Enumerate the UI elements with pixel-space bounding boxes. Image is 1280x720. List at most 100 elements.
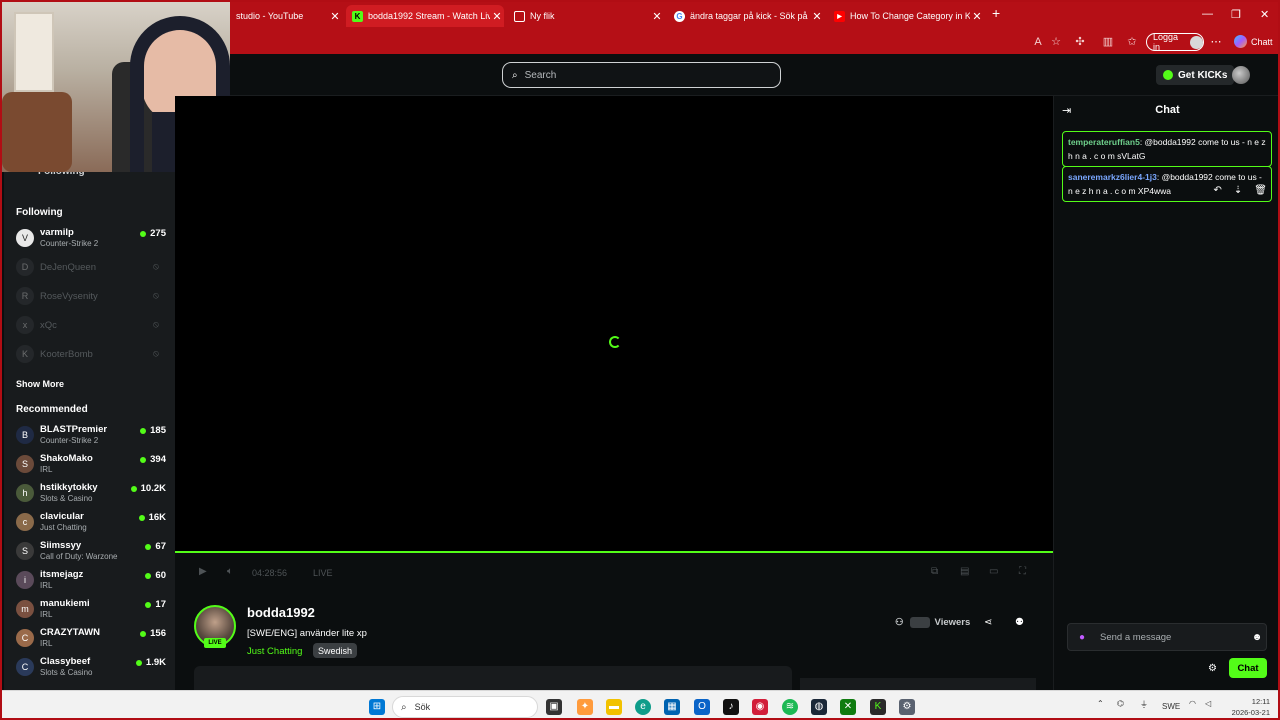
tray-overflow-icon[interactable]: ⌃ [1097,699,1104,708]
copilot-app-icon[interactable]: ✦ [577,699,593,715]
network-icon[interactable]: ⌬ [1117,699,1124,708]
store-icon[interactable]: ▦ [664,699,680,715]
chat-send-button[interactable]: Chat [1229,658,1267,678]
viewer-count: 16K [138,512,166,523]
tab-new-tab[interactable]: Ny flik ✕ [508,5,664,27]
sidebar-item-crazytawn[interactable]: C CRAZYTAWN IRL 156 [16,626,168,652]
channel-name: DeJenQueen [40,262,96,273]
chat-username[interactable]: saneremarkz6lier4-1j3 [1068,172,1157,182]
tiktok-icon[interactable]: ♪ [723,699,739,715]
chat-message-input[interactable]: ● Send a message ☻ [1067,623,1267,651]
system-clock[interactable]: 12:11 2026-03-21 [1226,696,1270,718]
channel-name-heading[interactable]: bodda1992 [247,605,315,620]
more-menu-icon[interactable]: ⋯ [1210,36,1222,48]
file-explorer-icon[interactable]: ▬ [606,699,622,715]
copilot-button[interactable]: Chatt [1234,35,1273,48]
settings-app-icon[interactable]: ⚙ [899,699,915,715]
split-screen-icon[interactable]: ▥ [1102,36,1114,48]
clip-icon[interactable]: ▤ [960,566,969,577]
sidebar-item-varmilp[interactable]: V varmilp Counter-Strike 2 275 [16,226,168,252]
viewers-label: Viewers [934,617,971,628]
kick-app-icon[interactable]: K [870,699,886,715]
viewer-count: 17 [145,599,166,610]
maximize-icon[interactable]: ❐ [1231,8,1241,21]
follow-user-icon[interactable]: ⚉ [1015,617,1024,628]
read-aloud-icon[interactable]: A [1032,36,1044,48]
obs-studio-icon[interactable]: ◉ [752,699,768,715]
close-icon[interactable]: ✕ [490,10,504,23]
sidebar-item-classybeef[interactable]: C Classybeef Slots & Casino 1.9K [16,655,168,681]
sidebar-item-xqc[interactable]: x xQc ⦸ [16,313,168,339]
sidebar-item-hstikkytokky[interactable]: h hstikkytokky Slots & Casino 10.2K [16,481,168,507]
window-close-icon[interactable]: ✕ [1260,8,1269,21]
tab-google-search[interactable]: G ändra taggar på kick - Sök på Goo ✕ [668,5,824,27]
theater-mode-icon[interactable]: ▭ [989,566,998,577]
sidebar-item-manukiemi[interactable]: m manukiemi IRL 17 [16,597,168,623]
search-input[interactable]: ⌕ Search [502,62,781,88]
sidebar-item-itsmejagz[interactable]: i itsmejagz IRL 60 [16,568,168,594]
sidebar-item-blastpremier[interactable]: B BLASTPremier Counter-Strike 2 185 [16,423,168,449]
mic-tray-icon[interactable]: ⏚ [1140,699,1148,710]
get-kicks-button[interactable]: Get KICKs [1156,65,1235,85]
tab-youtube-howto[interactable]: ▶ How To Change Category in Kick - ✕ [828,5,984,27]
close-icon[interactable]: ✕ [328,10,342,23]
favorite-star-icon[interactable]: ☆ [1050,36,1062,48]
sidebar-item-shakomako[interactable]: S ShakoMako IRL 394 [16,452,168,478]
sidebar-item-dejenqueen[interactable]: D DeJenQueen ⦸ [16,255,168,281]
login-button[interactable]: Logga in [1146,32,1204,52]
channel-category: IRL [40,581,53,590]
taskbar-search[interactable]: ⌕ Sök [392,696,538,718]
spotify-icon[interactable]: ≋ [782,699,798,715]
xbox-icon[interactable]: ✕ [840,699,856,715]
tab-kick-stream[interactable]: K bodda1992 Stream - Watch Live o ✕ [346,5,504,27]
mini-player-icon[interactable]: ⧉ [931,566,938,577]
viewer-count-value: 16K [148,512,166,523]
language-tag[interactable]: Swedish [313,643,358,658]
pin-icon[interactable]: ⇣ [1234,184,1242,198]
user-avatar[interactable] [1232,66,1250,84]
live-badge: LIVE [204,638,226,648]
channel-category: Slots & Casino [40,668,93,677]
copilot-icon [1234,35,1247,48]
sidebar-item-clavicular[interactable]: c clavicular Just Chatting 16K [16,510,168,536]
avatar: R [16,287,34,305]
delete-icon[interactable]: 🗑︎ [1254,184,1267,198]
chat-username[interactable]: temperateruffian5 [1068,137,1140,147]
chat-settings-icon[interactable]: ⚙ [1208,663,1217,674]
microphone-icon[interactable]: ● [1072,632,1092,643]
favorites-icon[interactable]: ✩ [1126,36,1138,48]
share-icon[interactable]: ⋖ [984,617,992,628]
viewer-counter: ⚇ Viewers [895,617,970,628]
tab-youtube-studio[interactable]: studio - YouTube ✕ [230,5,342,27]
chat-message[interactable]: temperateruffian5: @bodda1992 come to us… [1062,131,1272,167]
sidebar-item-siimssyy[interactable]: S Siimssyy Call of Duty: Warzone 67 [16,539,168,565]
extensions-icon[interactable]: ✣ [1074,36,1086,48]
minimize-icon[interactable]: — [1202,8,1213,20]
close-icon[interactable]: ✕ [650,10,664,23]
start-menu-icon[interactable]: ⊞ [369,699,385,715]
show-more-link[interactable]: Show More [16,379,64,389]
close-icon[interactable]: ✕ [810,10,824,23]
chat-message[interactable]: saneremarkz6lier4-1j3: @bodda1992 come t… [1062,166,1272,202]
steam-icon[interactable]: ◍ [811,699,827,715]
new-tab-button[interactable]: + [992,5,1000,21]
emoji-icon[interactable]: ☻ [1248,632,1266,643]
play-icon[interactable]: ▶ [199,566,207,577]
sidebar-item-rosevysenity[interactable]: R RoseVysenity ⦸ [16,284,168,310]
outlook-icon[interactable]: O [694,699,710,715]
volume-icon[interactable]: 🔈︎ [227,566,233,577]
task-view-icon[interactable]: ▣ [546,699,562,715]
language-indicator[interactable]: SWE [1162,702,1180,711]
reply-icon[interactable]: ↶ [1214,184,1222,198]
viewer-count: 156 [140,628,166,639]
fullscreen-icon[interactable]: ⛶ [1019,566,1026,577]
sidebar-item-kooterbomb[interactable]: K KooterBomb ⦸ [16,342,168,368]
stream-category-link[interactable]: Just Chatting [247,646,302,657]
edge-browser-icon[interactable]: e [635,699,651,715]
viewer-count: 275 [140,228,166,239]
collapse-chat-icon[interactable]: ⇥ [1062,104,1071,117]
volume-tray-icon[interactable]: ◁ [1205,699,1211,708]
wifi-icon[interactable]: ◠ [1189,699,1196,708]
close-icon[interactable]: ✕ [970,10,984,23]
video-player[interactable] [175,96,1053,551]
